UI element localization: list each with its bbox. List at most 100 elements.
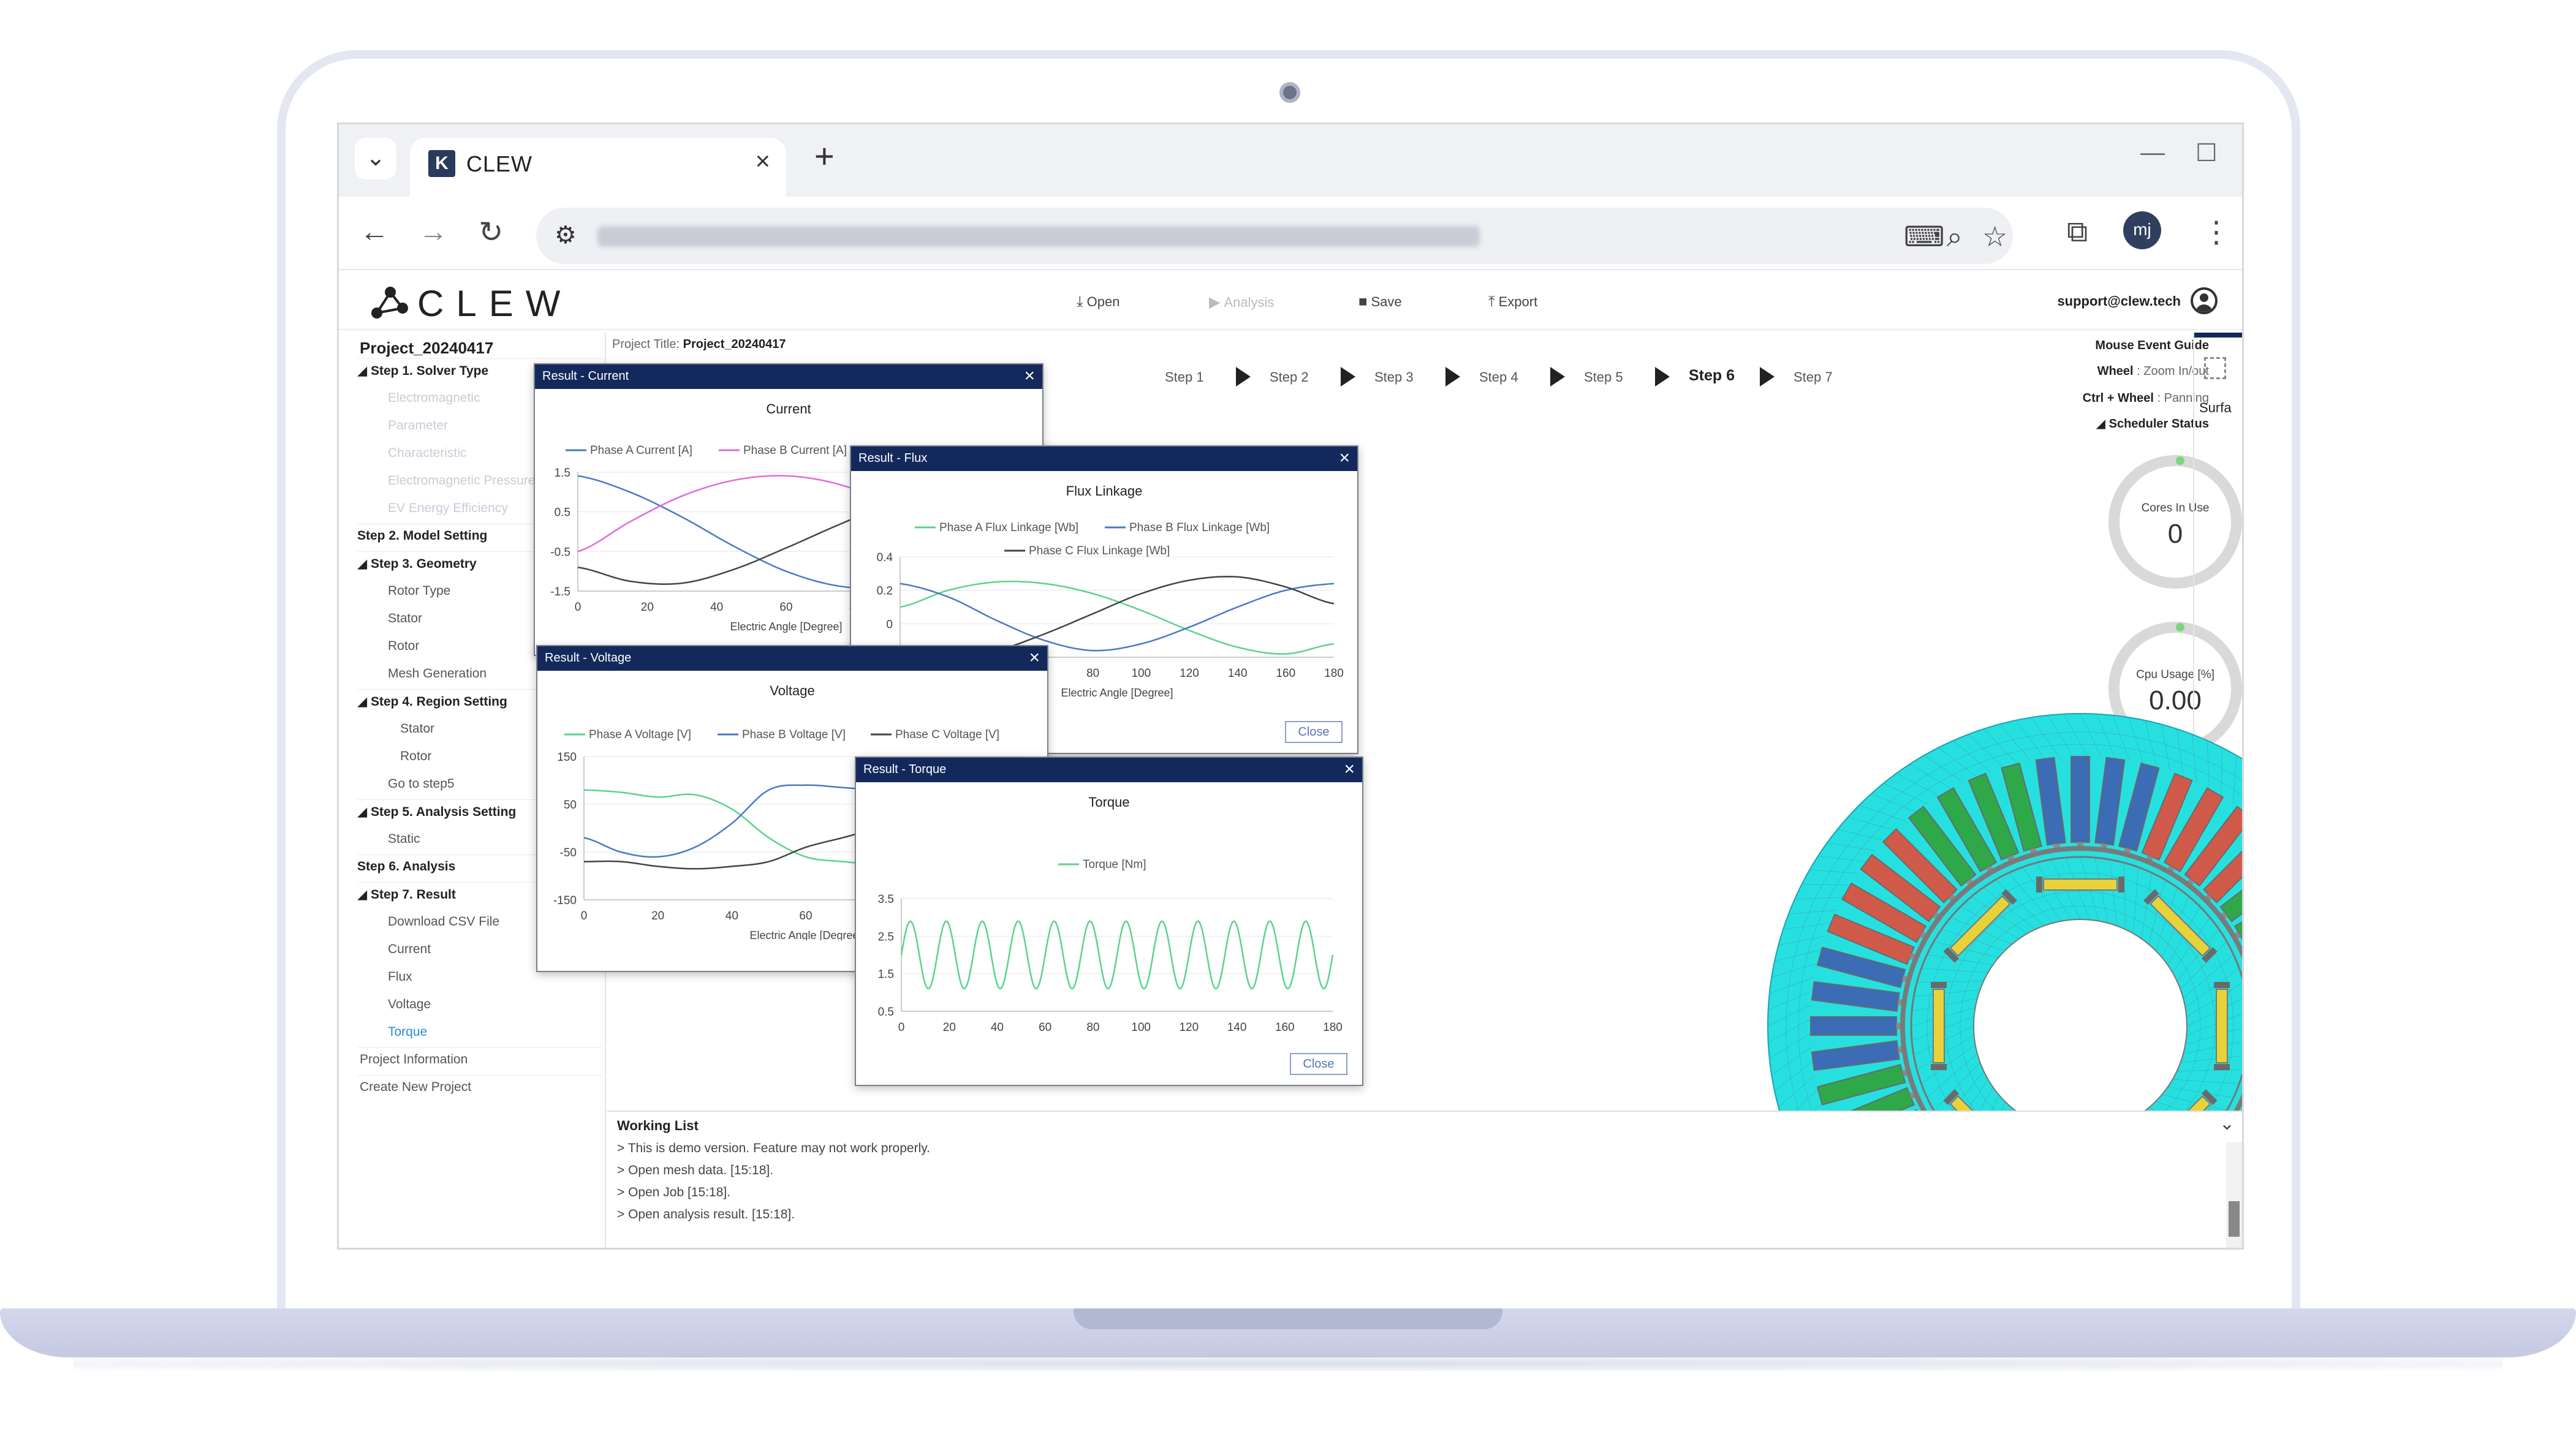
save-button[interactable]: ■ Save	[1358, 293, 1402, 311]
sidebar-item[interactable]: Flux	[388, 970, 412, 984]
window-header[interactable]: Result - Current ×	[535, 364, 1042, 389]
sidebar-item[interactable]: Torque	[388, 1025, 427, 1039]
sidebar-item[interactable]: ◢ Step 3. Geometry	[357, 556, 477, 572]
window-header[interactable]: Result - Torque ×	[856, 758, 1362, 782]
window-title: Result - Torque	[863, 763, 947, 776]
laptop-notch	[1074, 1308, 1502, 1329]
step-3[interactable]: Step 3	[1374, 369, 1414, 385]
chevron-down-icon[interactable]: ⌄	[355, 138, 396, 179]
analysis-button[interactable]: ▶ Analysis	[1209, 293, 1274, 311]
window-torque[interactable]: Result - Torque × Torque Torque [Nm] 3.5 2.…	[855, 756, 1363, 1086]
sidebar-item[interactable]: Characteristic	[388, 446, 466, 461]
sidebar-item[interactable]: Voltage	[388, 997, 431, 1012]
legend-label: Phase A Voltage [V]	[589, 728, 691, 741]
site-settings-icon[interactable]: ⚙	[555, 221, 577, 249]
close-icon[interactable]: ×	[1024, 366, 1035, 387]
window-header[interactable]: Result - Flux ×	[851, 447, 1357, 471]
sidebar-project-name[interactable]: Project_20240417	[360, 339, 493, 358]
step-6[interactable]: Step 6	[1689, 367, 1735, 385]
step-arrow-icon	[1445, 367, 1460, 387]
open-button[interactable]: ⤓ Open	[1077, 293, 1119, 311]
translate-icon[interactable]: ⌨	[1904, 220, 1944, 253]
sidebar-item[interactable]: Parameter	[388, 418, 448, 433]
x-tick-label: 60	[799, 910, 812, 922]
guide-ctrl: Ctrl + Wheel : Panning	[2083, 391, 2209, 406]
support-email[interactable]: support@clew.tech	[2057, 293, 2181, 309]
sidebar-item[interactable]: Electromagnetic	[388, 391, 480, 406]
sidebar-item[interactable]: Stator	[400, 722, 434, 736]
y-tick-label: -0.5	[550, 546, 570, 559]
sidebar-item[interactable]: Rotor	[388, 639, 419, 654]
sidebar-item[interactable]: Electromagnetic Pressure	[388, 473, 535, 488]
sidebar-item[interactable]: Create New Project	[360, 1080, 471, 1095]
browser-tab[interactable]: K CLEW ×	[410, 138, 786, 197]
legend-label: Phase A Flux Linkage [Wb]	[939, 521, 1078, 534]
x-tick-label: 0	[581, 910, 588, 922]
minimize-icon[interactable]: —	[2140, 139, 2165, 167]
sidebar-item[interactable]: Project Information	[360, 1052, 468, 1067]
star-icon[interactable]: ☆	[1982, 220, 2007, 253]
step-arrow-icon	[1655, 367, 1670, 387]
chevron-down-icon[interactable]: ⌄	[2219, 1113, 2235, 1134]
close-icon[interactable]: ×	[755, 146, 770, 176]
surface-tab[interactable]: Surfa	[2199, 400, 2232, 416]
shaft-hole	[1973, 919, 2188, 1133]
legend-label: Phase B Flux Linkage [Wb]	[1129, 521, 1270, 534]
close-button[interactable]: Close	[1290, 1053, 1347, 1075]
window-header[interactable]: Result - Voltage ×	[537, 646, 1047, 671]
flux-barrier	[2214, 982, 2230, 988]
sidebar-item[interactable]: ◢ Step 5. Analysis Setting	[357, 804, 516, 820]
step-5[interactable]: Step 5	[1584, 369, 1623, 385]
logo-text: CLEW	[417, 283, 573, 324]
sidebar-item[interactable]: EV Energy Efficiency	[388, 501, 508, 516]
plus-icon[interactable]: +	[814, 138, 835, 175]
close-icon[interactable]: ×	[1344, 759, 1355, 780]
step-2[interactable]: Step 2	[1270, 369, 1309, 385]
x-axis-label: Electric Angle [Degree]	[1061, 687, 1173, 699]
x-tick-label: 60	[779, 601, 792, 614]
log-line: > Open Job [15:18].	[617, 1185, 731, 1199]
more-icon[interactable]: ⋮	[2202, 215, 2231, 249]
close-icon[interactable]: ×	[1339, 448, 1350, 469]
user-icon[interactable]	[2191, 287, 2218, 314]
sidebar-item[interactable]: Static	[388, 832, 420, 847]
reload-icon[interactable]: ↻	[479, 215, 503, 249]
scheduler-toggle[interactable]: ◢ Scheduler Status	[2096, 416, 2209, 431]
maximize-icon[interactable]: ☐	[2195, 139, 2218, 167]
flux-barrier	[1931, 1064, 1947, 1070]
sidebar-item[interactable]: Download CSV File	[388, 915, 499, 929]
close-button[interactable]: Close	[1285, 721, 1343, 743]
step-7[interactable]: Step 7	[1794, 369, 1833, 385]
sidebar-item[interactable]: Step 6. Analysis	[357, 859, 455, 874]
scrollbar-thumb[interactable]	[2229, 1201, 2240, 1237]
back-icon[interactable]: ←	[360, 215, 389, 249]
extensions-icon[interactable]: ⧉	[2067, 215, 2088, 249]
export-icon: ⤒	[1488, 293, 1495, 310]
project-title-value: Project_20240417	[683, 338, 786, 351]
fullscreen-icon[interactable]	[2204, 357, 2226, 379]
sidebar-item[interactable]: Mesh Generation	[388, 666, 487, 681]
sidebar-item[interactable]: Rotor Type	[388, 584, 450, 598]
step-1[interactable]: Step 1	[1165, 369, 1204, 385]
legend-label: Phase A Current [A]	[590, 444, 692, 457]
sidebar-item[interactable]: ◢ Step 4. Region Setting	[357, 694, 507, 709]
forward-icon[interactable]: →	[419, 215, 448, 249]
zoom-icon[interactable]: ⌕	[1947, 220, 1963, 254]
sidebar-item[interactable]: Go to step5	[388, 777, 455, 791]
sidebar-item[interactable]: Rotor	[400, 749, 431, 764]
close-icon[interactable]: ×	[1029, 647, 1040, 668]
sidebar-item[interactable]: ◢ Step 1. Solver Type	[357, 363, 488, 379]
sidebar-item[interactable]: Stator	[388, 611, 422, 626]
export-button[interactable]: ⤒ Export	[1488, 293, 1537, 311]
x-tick-label: 140	[1228, 667, 1248, 680]
flux-barrier	[2214, 1064, 2230, 1070]
save-icon: ■	[1358, 293, 1368, 310]
scrollbar[interactable]	[2226, 1142, 2242, 1248]
sidebar-item[interactable]: Step 2. Model Setting	[357, 529, 487, 543]
sidebar-item[interactable]: ◢ Step 7. Result	[357, 887, 456, 902]
avatar[interactable]: mj	[2123, 211, 2161, 249]
sidebar-item[interactable]: Current	[388, 942, 431, 957]
address-bar[interactable]: ⚙ ⌨ ⌕ ☆	[536, 208, 2013, 264]
step-4[interactable]: Step 4	[1479, 369, 1518, 385]
step-arrow-icon	[1236, 367, 1251, 387]
